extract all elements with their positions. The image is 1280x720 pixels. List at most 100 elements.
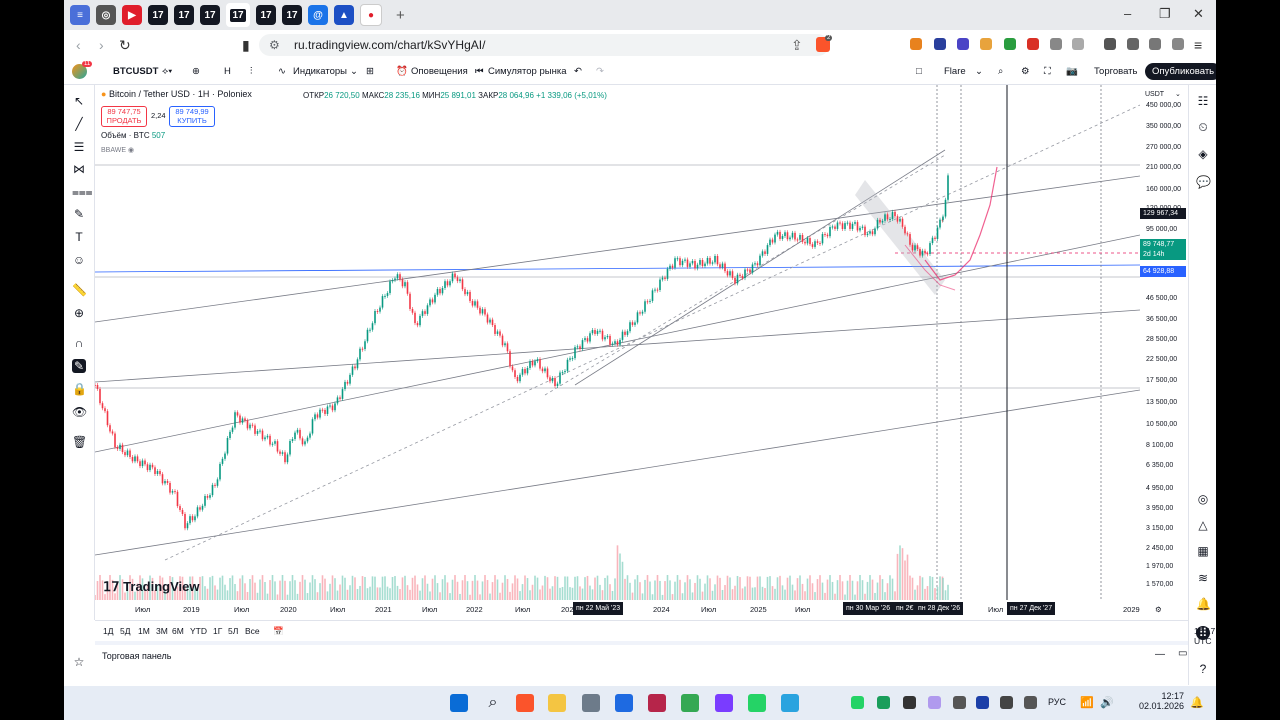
reload-icon[interactable]: ↻ bbox=[119, 37, 131, 54]
range-button[interactable]: 5Л bbox=[228, 626, 238, 636]
tab-app[interactable]: ▲ bbox=[334, 5, 354, 25]
replay-icon[interactable]: ⏮ bbox=[475, 66, 484, 77]
sidebar-icon[interactable] bbox=[1104, 38, 1116, 50]
favorites-star-icon[interactable]: ☆ bbox=[72, 655, 86, 669]
ruler-icon[interactable]: 📏 bbox=[72, 283, 87, 297]
interval-button[interactable]: Н bbox=[224, 66, 231, 77]
app-icon-2[interactable] bbox=[715, 694, 733, 712]
compare-icon[interactable]: ⟡▾ bbox=[162, 66, 172, 77]
tab-tradingview-5[interactable]: 17 bbox=[282, 5, 302, 25]
share-icon[interactable]: ⇪ bbox=[791, 37, 803, 54]
extension-icon-4[interactable] bbox=[1004, 38, 1016, 50]
range-button[interactable]: 5Д bbox=[120, 626, 130, 636]
extension-icon-3[interactable] bbox=[980, 38, 992, 50]
chart-area[interactable]: ● Bitcoin / Tether USD · 1H · Poloniex О… bbox=[95, 85, 1140, 620]
app-icon-1[interactable] bbox=[648, 694, 666, 712]
volume-icon[interactable]: 🔊 bbox=[1100, 696, 1114, 709]
wifi-icon[interactable]: 📶 bbox=[1080, 696, 1094, 709]
site-info-icon[interactable]: ⚙ bbox=[269, 38, 280, 52]
usb-icon[interactable] bbox=[1024, 696, 1037, 709]
bluetooth-icon[interactable] bbox=[1000, 696, 1013, 709]
zoom-icon[interactable]: ⊕ bbox=[72, 306, 86, 320]
tab-tradingview-active[interactable]: 17 bbox=[226, 3, 250, 27]
close-icon[interactable]: ✕ bbox=[1193, 6, 1204, 22]
bell-icon[interactable]: 🔔 bbox=[1196, 597, 1211, 611]
lock-icon[interactable]: 🔒 bbox=[72, 382, 87, 396]
trading-panel[interactable]: Торговая панель — ▭ bbox=[95, 641, 1188, 670]
currency-label[interactable]: USDT bbox=[1145, 91, 1164, 98]
buy-button[interactable]: 89 749,99 КУПИТЬ bbox=[169, 106, 215, 127]
settings-app-icon[interactable] bbox=[582, 694, 600, 712]
forecast-icon[interactable]: ⩶ bbox=[72, 185, 93, 199]
clock-utc[interactable]: 10:17:48 UTC bbox=[1194, 626, 1216, 646]
snapshot-icon[interactable]: 📷 bbox=[1066, 66, 1078, 77]
calendar-icon[interactable]: ▦ bbox=[1196, 544, 1210, 558]
layers-icon[interactable]: ◈ bbox=[1196, 147, 1210, 161]
vpn-icon[interactable] bbox=[1172, 38, 1184, 50]
brush-icon[interactable]: ✎ bbox=[72, 207, 86, 221]
chart-canvas[interactable] bbox=[95, 85, 1140, 600]
redo-icon[interactable]: ↷ bbox=[596, 66, 604, 77]
publish-button[interactable]: Опубликовать bbox=[1145, 63, 1216, 80]
extensions-puzzle-icon[interactable] bbox=[1050, 38, 1062, 50]
range-button[interactable]: 3М bbox=[156, 626, 168, 636]
alerts-clock-icon[interactable]: ⏲ bbox=[1196, 120, 1210, 134]
language-indicator[interactable]: РУС bbox=[1048, 697, 1066, 707]
tab-record[interactable]: ● bbox=[360, 4, 382, 26]
bookmark-icon[interactable]: ▮ bbox=[242, 37, 250, 54]
pattern-icon[interactable]: ⋈ bbox=[72, 162, 86, 176]
cursor-icon[interactable]: ↖ bbox=[72, 94, 86, 108]
symbol-legend[interactable]: ● Bitcoin / Tether USD · 1H · Poloniex bbox=[101, 89, 252, 99]
menu-icon[interactable]: ≡ bbox=[1194, 37, 1202, 53]
keep-drawing-icon[interactable]: ✎ bbox=[72, 359, 86, 373]
magnet-icon[interactable]: ∩ bbox=[72, 336, 86, 350]
target-icon[interactable]: ◎ bbox=[1196, 492, 1210, 506]
trendline-icon[interactable]: ╱ bbox=[72, 117, 86, 131]
metamask-icon[interactable] bbox=[910, 38, 922, 50]
indicator-legend[interactable]: BBAWE ◉ bbox=[101, 146, 134, 154]
goto-date-icon[interactable]: 📅 bbox=[273, 626, 284, 637]
chat-icon[interactable]: 💬 bbox=[1196, 175, 1211, 189]
new-tab-icon[interactable]: + bbox=[396, 7, 405, 24]
tab-web[interactable]: @ bbox=[308, 5, 328, 25]
triangle-icon[interactable]: △ bbox=[1196, 518, 1210, 532]
tray-icon-4[interactable] bbox=[953, 696, 966, 709]
minimize-icon[interactable]: – bbox=[1124, 6, 1131, 21]
trading-panel-title[interactable]: Торговая панель bbox=[102, 651, 171, 661]
sell-button[interactable]: 89 747,75 ПРОДАТЬ bbox=[101, 106, 147, 127]
symbol-search[interactable]: BTCUSDT bbox=[113, 66, 158, 77]
range-button[interactable]: 1Д bbox=[103, 626, 113, 636]
tab-youtube[interactable]: ▶ bbox=[122, 5, 142, 25]
emoji-icon[interactable]: ☺ bbox=[72, 253, 86, 267]
edge-icon[interactable] bbox=[615, 694, 633, 712]
add-symbol-icon[interactable]: ⊕ bbox=[192, 66, 200, 77]
range-button[interactable]: 1Г bbox=[213, 626, 222, 636]
indicators-dropdown-icon[interactable]: ⌄ bbox=[350, 66, 358, 77]
extension-icon-1[interactable] bbox=[934, 38, 946, 50]
extension-icon-5[interactable] bbox=[1027, 38, 1039, 50]
signal-icon[interactable]: ≋ bbox=[1196, 571, 1210, 585]
tray-icon-1[interactable] bbox=[877, 696, 890, 709]
fullscreen-icon[interactable]: ⛶ bbox=[1044, 66, 1051, 77]
start-icon[interactable] bbox=[450, 694, 468, 712]
quick-search-icon[interactable]: ⌕ bbox=[998, 66, 1003, 77]
tab-tradingview-4[interactable]: 17 bbox=[256, 5, 276, 25]
tab-tradingview-1[interactable]: 17 bbox=[148, 5, 168, 25]
tray-icon-5[interactable] bbox=[976, 696, 989, 709]
explorer-icon[interactable] bbox=[548, 694, 566, 712]
tab-ai[interactable]: ◎ bbox=[96, 5, 116, 25]
eye-visibility-icon[interactable]: ◉ bbox=[128, 147, 134, 154]
range-button[interactable]: Все bbox=[245, 626, 260, 636]
back-icon[interactable]: ‹ bbox=[76, 37, 81, 53]
fib-icon[interactable]: ☰ bbox=[72, 140, 86, 154]
text-icon[interactable]: T bbox=[72, 230, 86, 244]
whatsapp-icon[interactable] bbox=[748, 694, 766, 712]
tray-whatsapp-icon[interactable] bbox=[851, 696, 864, 709]
watchlist-icon[interactable]: ☷ bbox=[1196, 94, 1210, 108]
telegram-icon[interactable] bbox=[781, 694, 799, 712]
volume-legend[interactable]: Объём · BTC 507 bbox=[101, 131, 165, 140]
trade-button[interactable]: Торговать bbox=[1094, 66, 1137, 77]
undo-icon[interactable]: ↶ bbox=[574, 66, 582, 77]
panel-maximize-icon[interactable]: ▭ bbox=[1178, 648, 1187, 659]
alerts-button[interactable]: Оповещения bbox=[411, 66, 468, 77]
